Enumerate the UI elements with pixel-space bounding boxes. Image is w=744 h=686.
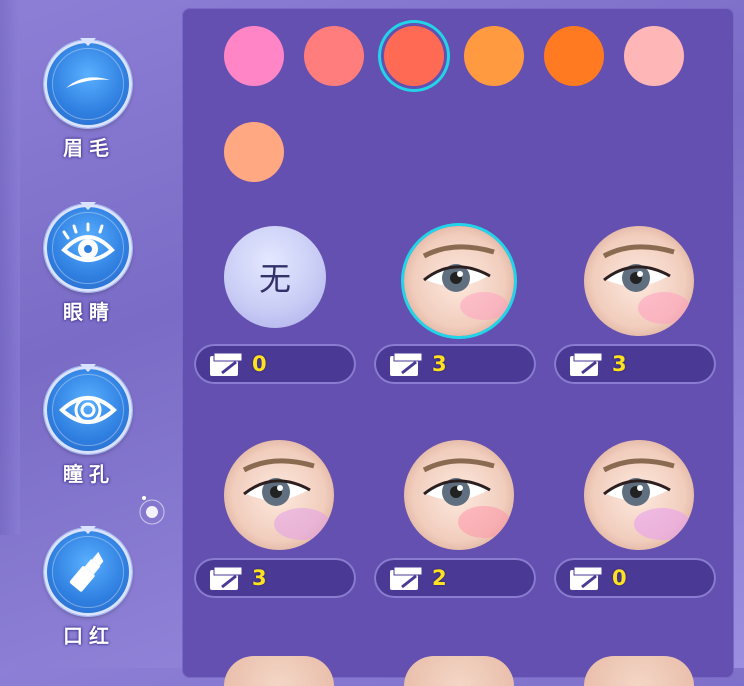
category-label-eye: 眼睛 [63,300,115,324]
eyebrow-icon [66,77,110,88]
price-value: 0 [252,352,267,376]
category-label-lipstick: 口红 [63,624,115,648]
price-tag: 0 [554,558,716,598]
makeup-ticket-icon [390,566,423,590]
category-label-eyebrow: 眉毛 [63,136,115,160]
pupil-button[interactable] [44,364,132,454]
price-value: 3 [612,352,627,376]
price-tag: 0 [194,344,356,384]
tab-notch [80,38,96,46]
price-value: 3 [252,566,267,590]
eye-preview-image [584,440,694,550]
eye-button[interactable] [44,202,132,292]
price-tag: 3 [194,558,356,598]
price-tag: 3 [374,344,536,384]
price-value: 2 [432,566,447,590]
price-value: 3 [432,352,447,376]
price-tag: 3 [554,344,716,384]
eye-style-option[interactable] [404,440,514,550]
makeup-ticket-icon [570,566,603,590]
lipstick-button[interactable] [44,526,132,616]
category-lipstick[interactable]: 口红 [44,526,134,649]
category-sidebar: 眉毛 眼睛 瞳孔 口红 [0,0,175,668]
category-pupil[interactable]: 瞳孔 [44,364,134,487]
eye-preview-image [404,440,514,550]
tab-notch [80,526,96,534]
color-swatch[interactable] [464,26,524,86]
eye-preview-image [404,226,514,336]
eye-style-option-partial[interactable] [404,656,514,686]
lipstick-icon [69,551,104,592]
eye-style-option-partial[interactable] [584,656,694,686]
category-eye[interactable]: 眼睛 [44,202,134,325]
option-none[interactable]: 无 [224,226,326,328]
price-value: 0 [612,566,627,590]
pupil-icon [59,396,117,424]
eye-preview-image [224,440,334,550]
eye-style-option[interactable] [584,440,694,550]
eye-preview-image [584,226,694,336]
eye-icon [61,222,115,262]
makeup-panel: 无 0 3 3 3 2 0 [182,8,734,686]
color-swatch[interactable] [304,26,364,86]
eye-style-option[interactable] [584,226,694,336]
color-swatch[interactable] [224,122,284,182]
color-swatch[interactable] [624,26,684,86]
category-label-pupil: 瞳孔 [63,462,115,486]
makeup-ticket-icon [390,352,423,376]
price-tag: 2 [374,558,536,598]
color-swatch[interactable] [384,26,444,86]
eye-style-option-partial[interactable] [224,656,334,686]
tab-notch [80,364,96,372]
eyebrow-button[interactable] [44,38,132,128]
makeup-ticket-icon [210,352,243,376]
makeup-ticket-icon [570,352,603,376]
sparkle-decoration [139,496,165,525]
category-eyebrow[interactable]: 眉毛 [44,38,134,161]
tab-notch [80,202,96,210]
eye-style-option[interactable] [404,226,514,336]
eye-style-option[interactable] [224,440,334,550]
none-label: 无 [258,260,291,298]
color-swatch[interactable] [544,26,604,86]
makeup-ticket-icon [210,566,243,590]
color-swatch[interactable] [224,26,284,86]
